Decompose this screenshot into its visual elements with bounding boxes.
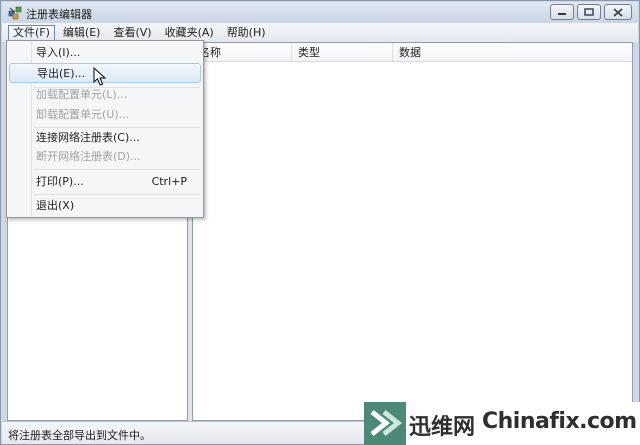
list-header: 名称 类型 数据 [193,43,632,62]
menu-help[interactable]: 帮助(H) [222,25,271,41]
maximize-icon [584,8,594,16]
maximize-button[interactable] [577,4,601,20]
menu-item-disconnect-network-registry[interactable]: 断开网络注册表(D)... [9,147,201,167]
menu-item-print-shortcut: Ctrl+P [151,175,187,188]
menu-item-print-label: 打印(P)... [36,175,84,188]
column-header-data[interactable]: 数据 [393,43,632,62]
menu-item-connect-network-registry[interactable]: 连接网络注册表(C)... [9,128,201,148]
menu-separator [34,169,200,170]
menu-edit[interactable]: 编辑(E) [58,25,106,41]
status-text: 将注册表全部导出到文件中。 [8,429,151,442]
mouse-pointer-icon [93,67,107,86]
menu-item-print[interactable]: 打印(P)... Ctrl+P [9,172,201,192]
minimize-icon [558,13,566,15]
menu-view[interactable]: 查看(V) [108,25,156,41]
menu-item-unload-hive[interactable]: 卸载配置单元(U)... [9,105,201,125]
close-button[interactable] [604,4,632,20]
close-icon [613,7,623,17]
chinafix-logo-icon [364,402,406,445]
menu-item-exit[interactable]: 退出(X) [9,196,201,216]
column-header-name[interactable]: 名称 [193,43,292,62]
watermark-brand-cn: 迅维网 [409,415,476,440]
title-bar[interactable]: 注册表编辑器 [2,2,638,23]
minimize-button[interactable] [550,4,574,20]
watermark-brand-en: Chinafix.com [482,409,637,434]
window-title: 注册表编辑器 [26,8,92,21]
menu-item-import[interactable]: 导入(I)... [9,43,201,63]
menu-favorites[interactable]: 收藏夹(A) [160,25,219,41]
watermark: 迅维网 Chinafix.com [364,402,640,445]
column-header-type[interactable]: 类型 [292,43,393,62]
regedit-icon [8,6,22,20]
menu-item-load-hive[interactable]: 加载配置单元(L)... [9,85,201,105]
menu-separator [34,194,200,195]
menu-file[interactable]: 文件(F) [8,24,55,41]
value-list-pane[interactable]: 名称 类型 数据 [192,42,633,421]
